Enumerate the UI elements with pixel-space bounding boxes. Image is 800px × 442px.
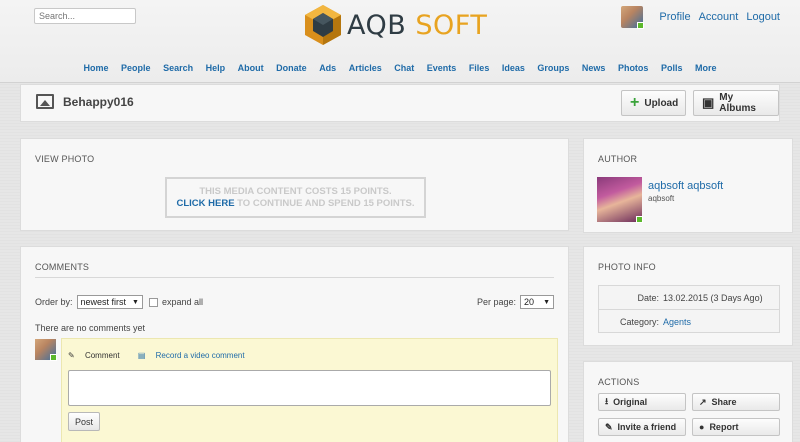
nav-groups[interactable]: Groups	[537, 63, 569, 73]
photo-info-panel: PHOTO INFO Date: 13.02.2015 (3 Days Ago) …	[583, 246, 793, 346]
nav-help[interactable]: Help	[206, 63, 226, 73]
page-title: Behappy016	[63, 95, 134, 109]
comment-textarea[interactable]	[68, 370, 551, 406]
avatar[interactable]	[621, 6, 645, 29]
date-label: Date:	[637, 293, 659, 303]
divider	[599, 309, 779, 310]
nav-search[interactable]: Search	[163, 63, 193, 73]
nav-photos[interactable]: Photos	[618, 63, 649, 73]
per-page-select[interactable]: 20 ▼	[520, 295, 554, 309]
user-menu: Profile Account Logout	[621, 6, 780, 29]
category-label: Category:	[619, 317, 659, 327]
per-page-label: Per page:	[476, 297, 516, 307]
plus-icon: +	[630, 94, 640, 111]
nav-ideas[interactable]: Ideas	[502, 63, 525, 73]
tab-video-comment[interactable]: ▤ Record a video comment	[138, 351, 253, 360]
online-indicator	[637, 22, 645, 29]
album-titlebar: Behappy016 + Upload ▣ My Albums	[20, 84, 780, 122]
nav-ads[interactable]: Ads	[319, 63, 336, 73]
comments-title: COMMENTS	[35, 262, 90, 272]
author-username: aqbsoft	[648, 194, 675, 203]
comments-panel: COMMENTS Order by: newest first ▼ expand …	[20, 246, 569, 442]
view-photo-panel: VIEW PHOTO THIS MEDIA CONTENT COSTS 15 P…	[20, 138, 569, 231]
share-button[interactable]: ↗ Share	[692, 393, 780, 411]
download-icon: ⭳	[605, 396, 609, 406]
nav-events[interactable]: Events	[427, 63, 457, 73]
post-button[interactable]: Post	[68, 412, 101, 431]
avatar[interactable]	[35, 339, 57, 361]
profile-link[interactable]: Profile	[659, 11, 690, 23]
search-input[interactable]	[34, 8, 136, 24]
divider	[35, 277, 554, 278]
continue-text: TO CONTINUE AND SPEND 15 POINTS.	[234, 198, 415, 209]
cost-text: THIS MEDIA CONTENT COSTS 15 POINTS.	[199, 186, 392, 197]
tab-comment[interactable]: ✎ Comment	[68, 351, 128, 360]
nav-chat[interactable]: Chat	[394, 63, 414, 73]
nav-polls[interactable]: Polls	[661, 63, 683, 73]
report-label: Report	[709, 422, 739, 432]
my-albums-label: My Albums	[719, 92, 756, 114]
photo-info-box: Date: 13.02.2015 (3 Days Ago) Category: Ag…	[598, 285, 780, 333]
click-here-link[interactable]: CLICK HERE	[176, 198, 234, 209]
chevron-down-icon: ▼	[543, 298, 550, 306]
no-comments-text: There are no comments yet	[35, 323, 146, 333]
nav-donate[interactable]: Donate	[276, 63, 307, 73]
logout-link[interactable]: Logout	[746, 11, 780, 23]
author-title: AUTHOR	[598, 154, 638, 164]
per-page-controls: Per page: 20 ▼	[477, 295, 554, 309]
share-icon: ↗	[699, 396, 707, 407]
nav-more[interactable]: More	[695, 63, 717, 73]
main-nav: Home People Search Help About Donate Ads…	[0, 63, 800, 73]
date-value: 13.02.2015 (3 Days Ago)	[663, 293, 763, 303]
alert-icon: ●	[699, 422, 705, 432]
video-icon: ▤	[137, 351, 146, 360]
comment-form: ✎ Comment ▤ Record a video comment Post	[61, 338, 558, 442]
upload-label: Upload	[644, 97, 679, 109]
site-logo[interactable]: AQB SOFT	[303, 3, 513, 47]
image-icon: ▣	[702, 95, 715, 110]
nav-files[interactable]: Files	[469, 63, 490, 73]
order-controls: Order by: newest first ▼ expand all	[35, 295, 203, 309]
actions-title: ACTIONS	[598, 377, 640, 387]
account-link[interactable]: Account	[699, 11, 739, 23]
nav-articles[interactable]: Articles	[349, 63, 382, 73]
view-photo-title: VIEW PHOTO	[35, 154, 95, 164]
logo-text: AQB SOFT	[347, 9, 488, 41]
logo-cube-icon	[305, 5, 341, 45]
invite-friend-button[interactable]: ✎ Invite a friend	[598, 418, 686, 436]
paywall-notice: THIS MEDIA CONTENT COSTS 15 POINTS. CLIC…	[165, 177, 426, 218]
upload-button[interactable]: + Upload	[621, 90, 686, 116]
date-row: Date: 13.02.2015 (3 Days Ago)	[599, 293, 763, 303]
author-panel: AUTHOR aqbsoft aqbsoft aqbsoft	[583, 138, 793, 233]
chevron-down-icon: ▼	[132, 298, 139, 306]
pencil-icon: ✎	[68, 351, 75, 360]
report-button[interactable]: ● Report	[692, 418, 780, 436]
online-indicator	[636, 216, 643, 223]
nav-news[interactable]: News	[582, 63, 606, 73]
nav-about[interactable]: About	[238, 63, 264, 73]
edit-icon: ✎	[605, 421, 613, 432]
photo-icon	[36, 94, 54, 109]
order-label: Order by:	[35, 297, 73, 307]
photo-info-title: PHOTO INFO	[598, 262, 656, 272]
nav-people[interactable]: People	[121, 63, 151, 73]
actions-panel: ACTIONS ⭳ Original ↗ Share ✎ Invite a frien…	[583, 361, 793, 442]
online-indicator	[50, 354, 57, 361]
share-label: Share	[711, 397, 737, 407]
site-header: AQB SOFT Profile Account Logout Home Peo…	[0, 0, 800, 83]
author-name-link[interactable]: aqbsoft aqbsoft	[648, 180, 723, 192]
my-albums-button[interactable]: ▣ My Albums	[693, 90, 779, 116]
author-avatar[interactable]	[597, 177, 643, 223]
invite-label: Invite a friend	[617, 422, 677, 432]
category-link[interactable]: Agents	[663, 317, 691, 327]
comment-tabs: ✎ Comment ▤ Record a video comment	[68, 351, 261, 360]
original-label: Original	[613, 397, 648, 407]
expand-all-label: expand all	[161, 297, 204, 307]
category-row: Category: Agents	[599, 317, 691, 327]
nav-home[interactable]: Home	[84, 63, 109, 73]
expand-all-checkbox[interactable]	[148, 297, 158, 307]
order-select[interactable]: newest first ▼	[76, 295, 143, 309]
original-button[interactable]: ⭳ Original	[598, 393, 686, 411]
